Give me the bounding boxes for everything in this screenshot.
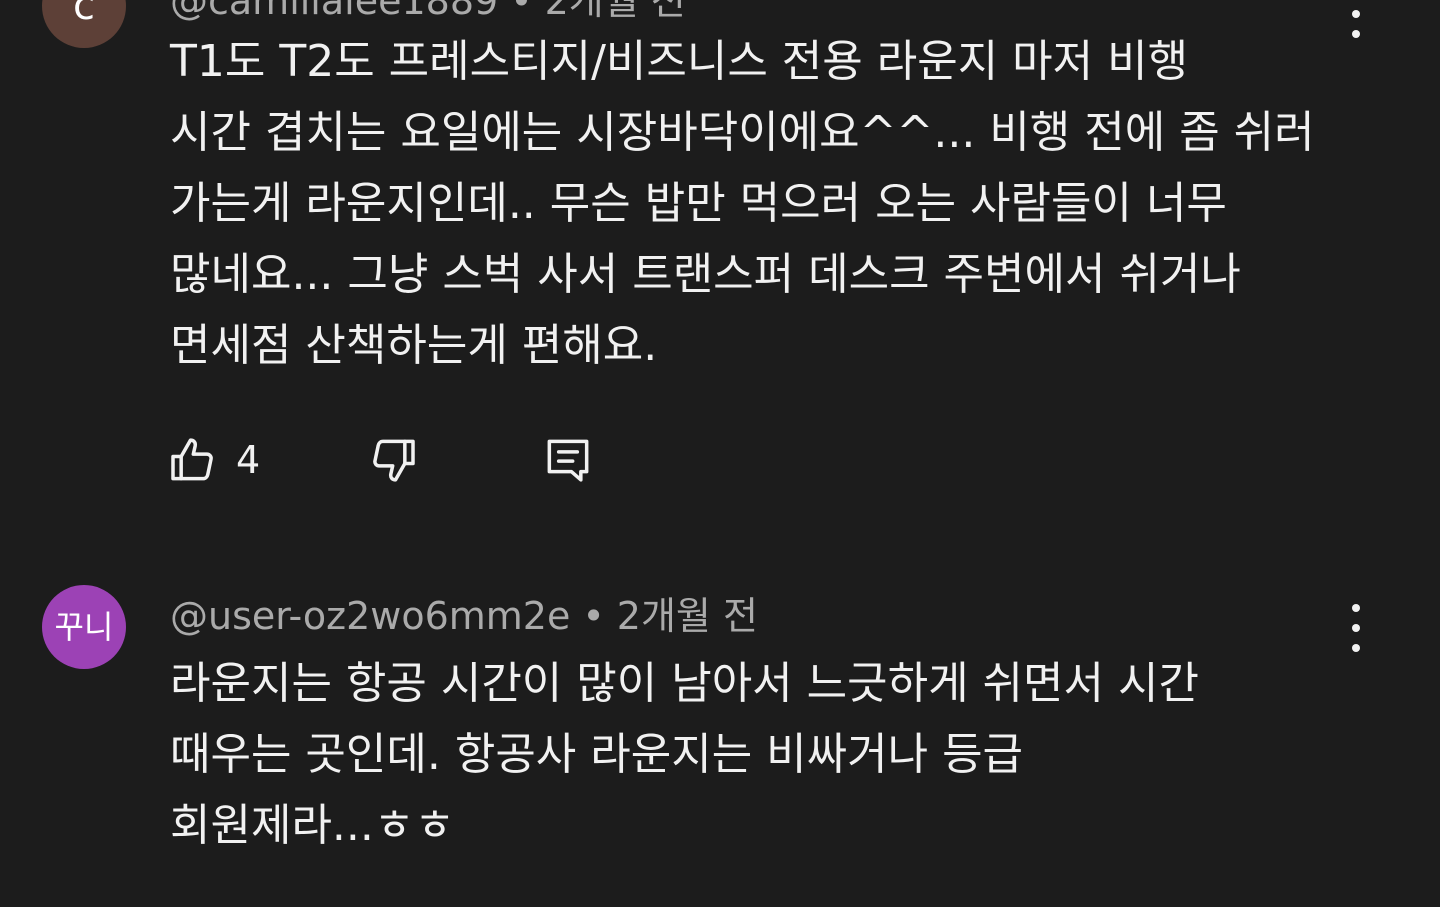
comment-thread-item: 꾸니 @user-oz2wo6mm2e • 2개월 전 라운지는 항공 시간이 많이… bbox=[0, 560, 1440, 907]
menu-dot bbox=[1352, 604, 1360, 612]
thumbs-up-icon bbox=[171, 438, 213, 481]
reply-button[interactable] bbox=[540, 432, 596, 488]
avatar-letter: 꾸니 bbox=[54, 608, 114, 646]
comment-time: 2개월 전 bbox=[616, 594, 758, 638]
dislike-button[interactable] bbox=[364, 432, 420, 488]
thumbs-down-icon bbox=[373, 439, 415, 482]
comment-text-line: 때우는 곳인데. 항공사 라운지는 비싸거나 등급 bbox=[170, 729, 1024, 780]
meta-separator: • bbox=[510, 0, 533, 23]
comment-text-line: 라운지는 항공 시간이 많이 남아서 느긋하게 쉬면서 시간 bbox=[170, 658, 1199, 709]
comment-text: 라운지는 항공 시간이 많이 남아서 느긋하게 쉬면서 시간 때우는 곳인데. … bbox=[170, 648, 1360, 861]
comment-time: 2개월 전 bbox=[544, 0, 686, 23]
comment-header: @camillalee1889 • 2개월 전 bbox=[170, 0, 686, 20]
menu-dot bbox=[1352, 624, 1360, 632]
comment-text-line: 가는게 라운지인데.. 무슨 밥만 먹으러 오는 사람들이 너무 bbox=[170, 178, 1227, 229]
comment-thread-item: c @camillalee1889 • 2개월 전 T1도 T2도 프레스티지/비즈… bbox=[0, 0, 1440, 530]
menu-dot bbox=[1352, 10, 1360, 18]
meta-separator: • bbox=[582, 594, 605, 638]
comment-text: T1도 T2도 프레스티지/비즈니스 전용 라운지 마저 비행 시간 겹치는 요… bbox=[170, 26, 1360, 381]
comment-text-line: 시간 겹치는 요일에는 시장바닥이에요^^... 비행 전에 좀 쉬러 bbox=[170, 107, 1315, 158]
comment-text-line: 면세점 산책하는게 편해요. bbox=[170, 320, 658, 371]
like-button[interactable]: 4 bbox=[166, 432, 260, 488]
avatar[interactable]: 꾸니 bbox=[42, 585, 126, 669]
more-vert-icon[interactable] bbox=[1336, 604, 1376, 652]
avatar[interactable]: c bbox=[42, 0, 126, 48]
comment-actions: 4 bbox=[166, 432, 626, 488]
comment-text-line: T1도 T2도 프레스티지/비즈니스 전용 라운지 마저 비행 bbox=[170, 36, 1189, 87]
like-count: 4 bbox=[236, 438, 261, 482]
comment-text-line: 회원제라...ㅎㅎ bbox=[170, 800, 455, 851]
comment-text-line: 많네요... 그냥 스벅 사서 트랜스퍼 데스크 주변에서 쉬거나 bbox=[170, 249, 1241, 300]
comment-author[interactable]: @camillalee1889 bbox=[170, 0, 498, 23]
avatar-letter: c bbox=[73, 0, 95, 29]
comment-header: @user-oz2wo6mm2e • 2개월 전 bbox=[170, 597, 758, 635]
reply-comment-icon bbox=[547, 439, 589, 482]
comment-author[interactable]: @user-oz2wo6mm2e bbox=[170, 594, 570, 638]
